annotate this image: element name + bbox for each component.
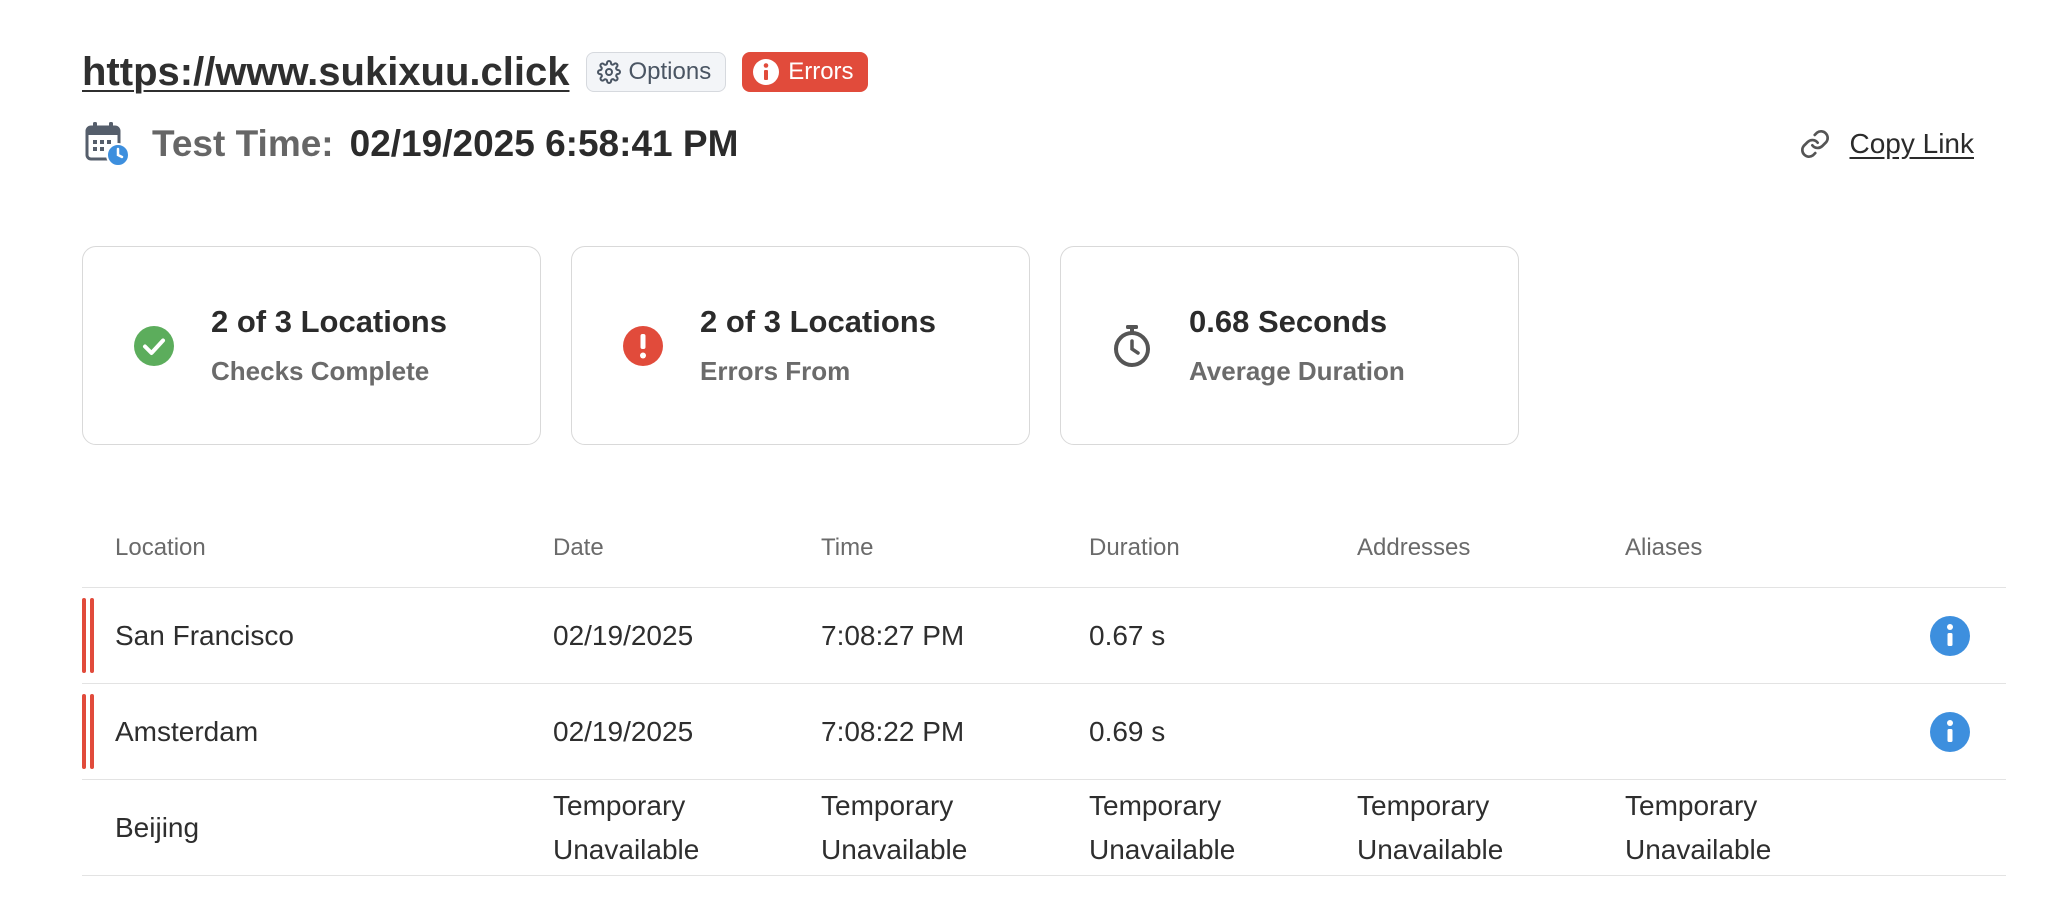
info-icon <box>1947 719 1953 742</box>
header: https://www.sukixuu.click Options Errors <box>82 46 868 98</box>
test-time-label: Test Time: <box>152 123 334 164</box>
info-icon <box>753 59 780 85</box>
summary-card-duration: 0.68 Seconds Average Duration <box>1060 246 1519 445</box>
table-row: Beijing Temporary Unavailable Temporary … <box>82 780 2006 876</box>
stopwatch-icon <box>1114 324 1150 367</box>
table-row: San Francisco 02/19/2025 7:08:27 PM 0.67… <box>82 588 2006 684</box>
column-header-aliases: Aliases <box>1625 533 1703 561</box>
cell-date: Temporary Unavailable <box>553 789 700 865</box>
cell-time: 7:08:27 PM <box>821 619 965 651</box>
column-header-duration: Duration <box>1089 533 1180 561</box>
cell-location: San Francisco <box>115 619 294 651</box>
cell-addresses: Temporary Unavailable <box>1357 789 1504 865</box>
errors-label: Errors <box>788 58 854 85</box>
cell-duration: Temporary Unavailable <box>1089 789 1236 865</box>
cell-location: Beijing <box>115 811 200 843</box>
test-time-value: 02/19/2025 6:58:41 PM <box>349 123 739 164</box>
card-subtitle: Average Duration <box>1189 356 1405 386</box>
error-indicator <box>82 598 94 673</box>
info-icon <box>1947 623 1953 646</box>
cell-duration: 0.69 s <box>1089 715 1166 747</box>
card-title: 0.68 Seconds <box>1189 304 1388 339</box>
card-title: 2 of 3 Locations <box>700 304 936 339</box>
gear-icon <box>596 60 621 84</box>
card-subtitle: Checks Complete <box>211 356 430 386</box>
card-title: 2 of 3 Locations <box>211 304 447 339</box>
table-row: Amsterdam 02/19/2025 7:08:22 PM 0.69 s <box>82 684 2006 780</box>
column-header-location: Location <box>115 533 206 561</box>
copy-link-button[interactable]: Copy Link <box>1799 122 1974 166</box>
errors-button[interactable]: Errors <box>742 52 868 92</box>
alert-circle-icon <box>623 325 663 366</box>
test-time-row: Test Time: 02/19/2025 6:58:41 PM <box>84 118 738 170</box>
site-url-link[interactable]: https://www.sukixuu.click <box>82 50 570 95</box>
column-header-time: Time <box>821 533 874 561</box>
table-header: Location Date Time Duration Addresses Al… <box>82 508 2006 588</box>
results-table: Location Date Time Duration Addresses Al… <box>82 508 2006 876</box>
summary-card-errors: 2 of 3 Locations Errors From <box>571 246 1030 445</box>
cell-aliases: Temporary Unavailable <box>1625 789 1772 865</box>
row-info-button[interactable] <box>1930 615 1970 656</box>
options-label: Options <box>628 58 712 85</box>
column-header-addresses: Addresses <box>1357 533 1471 561</box>
cell-time: Temporary Unavailable <box>821 789 968 865</box>
copy-link-label: Copy Link <box>1849 128 1974 159</box>
card-subtitle: Errors From <box>700 356 851 386</box>
check-circle-icon <box>134 325 174 366</box>
cell-duration: 0.67 s <box>1089 619 1166 651</box>
error-indicator <box>82 694 94 769</box>
cell-location: Amsterdam <box>115 715 259 747</box>
summary-cards: 2 of 3 Locations Checks Complete 2 of 3 … <box>82 246 1519 445</box>
cell-date: 02/19/2025 <box>553 619 694 651</box>
cell-time: 7:08:22 PM <box>821 715 965 747</box>
link-icon <box>1801 130 1830 158</box>
column-header-date: Date <box>553 533 604 561</box>
summary-card-checks: 2 of 3 Locations Checks Complete <box>82 246 541 445</box>
row-info-button[interactable] <box>1930 711 1970 752</box>
cell-date: 02/19/2025 <box>553 715 694 747</box>
options-button[interactable]: Options <box>585 52 727 92</box>
calendar-clock-icon <box>85 122 130 167</box>
